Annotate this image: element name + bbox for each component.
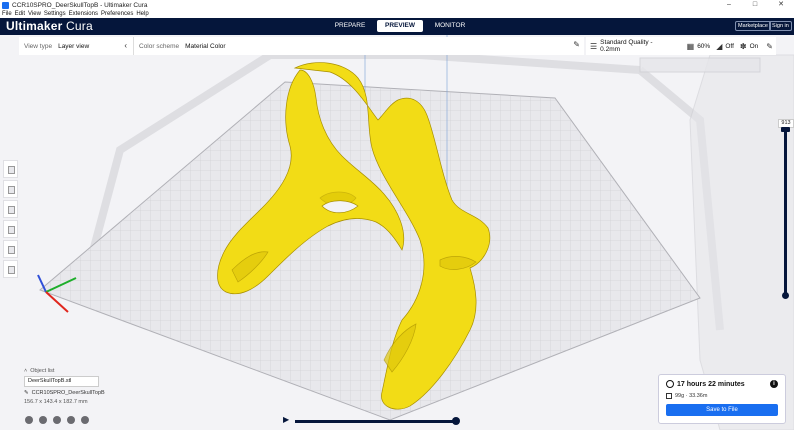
spool-icon (666, 393, 672, 399)
menu-extensions[interactable]: Extensions (69, 10, 98, 18)
marketplace-button[interactable]: Marketplace (735, 21, 771, 31)
minimize-button[interactable]: – (716, 0, 742, 10)
layer-path-slider-track[interactable] (295, 420, 457, 423)
maximize-button[interactable]: □ (742, 0, 768, 10)
layer-slider-lower-handle[interactable] (782, 292, 789, 299)
chevron-up-icon[interactable]: ˄ (24, 368, 27, 374)
print-settings-panel[interactable]: ☰ Standard Quality - 0.2mm ▦ 60% ◢ Off ✽… (586, 37, 776, 55)
job-name[interactable]: CCR10SPRO_DeerSkullTopB (32, 390, 105, 396)
model-dimensions: 156.7 x 143.4 x 182.7 mm (24, 399, 88, 405)
pencil-icon[interactable]: ✎ (24, 390, 29, 396)
menu-bar: File Edit View Settings Extensions Prefe… (0, 10, 794, 18)
clock-icon (666, 380, 674, 388)
support-value[interactable]: Off (725, 43, 734, 50)
color-scheme-label: Color scheme (139, 42, 180, 50)
settings-pencil-icon[interactable]: ✎ (766, 42, 773, 51)
adhesion-icon: ✽ (739, 41, 747, 51)
3d-view-icon[interactable] (25, 416, 33, 424)
tab-monitor[interactable]: MONITOR (427, 20, 473, 32)
menu-view[interactable]: View (28, 10, 41, 18)
pencil-icon[interactable]: ✎ (573, 40, 580, 49)
play-icon[interactable]: ▶ (283, 415, 289, 424)
chevron-left-icon[interactable]: ‹ (124, 41, 127, 50)
logo-product: Cura (66, 19, 93, 33)
infill-icon: ▦ (686, 41, 695, 51)
view-type-value[interactable]: Layer view (58, 43, 89, 50)
tool-column (3, 160, 18, 280)
layer-path-slider-handle[interactable] (452, 417, 460, 425)
quality-icon: ☰ (590, 41, 598, 51)
app-header: Ultimaker Cura PREPARE PREVIEW MONITOR M… (0, 18, 794, 35)
menu-help[interactable]: Help (136, 10, 148, 18)
color-scheme-panel[interactable]: Color scheme Material Color ✎ (134, 37, 584, 55)
support-blocker-button[interactable] (3, 260, 18, 278)
rotate-tool-button[interactable] (3, 200, 18, 218)
menu-preferences[interactable]: Preferences (101, 10, 133, 18)
object-list-item[interactable]: DeerSkullTopB.stl (24, 376, 99, 387)
material-usage: 99g · 33.36m (675, 393, 708, 399)
mirror-tool-button[interactable] (3, 220, 18, 238)
left-view-icon[interactable] (67, 416, 75, 424)
print-time: 17 hours 22 minutes (677, 380, 745, 388)
per-model-settings-button[interactable] (3, 240, 18, 258)
material-usage-row: 99g · 33.36m (666, 393, 707, 399)
cura-app-icon (2, 1, 9, 9)
front-view-icon[interactable] (39, 416, 47, 424)
menu-settings[interactable]: Settings (44, 10, 66, 18)
object-list: ˄ Object list DeerSkullTopB.stl ✎ CCR10S… (24, 368, 154, 405)
quality-profile[interactable]: Standard Quality - 0.2mm (600, 39, 664, 53)
signin-button[interactable]: Sign in (769, 21, 792, 31)
move-tool-button[interactable] (3, 160, 18, 178)
view-type-label: View type (24, 42, 53, 50)
rotate-icon (8, 206, 15, 214)
stage-tabs: PREPARE PREVIEW MONITOR (327, 20, 477, 32)
color-scheme-value[interactable]: Material Color (185, 43, 225, 50)
per-model-settings-icon (8, 246, 15, 254)
scale-icon (8, 186, 15, 194)
mirror-icon (8, 226, 15, 234)
top-view-icon[interactable] (53, 416, 61, 424)
camera-view-buttons (25, 416, 95, 424)
logo-brand: Ultimaker (6, 19, 63, 33)
right-view-icon[interactable] (81, 416, 89, 424)
move-icon (8, 166, 15, 174)
print-info-panel: 17 hours 22 minutes i 99g · 33.36m Save … (658, 374, 786, 424)
job-name-row: ✎ CCR10SPRO_DeerSkullTopB (24, 390, 154, 396)
app-logo: Ultimaker Cura (6, 19, 93, 33)
infill-value[interactable]: 60% (697, 43, 710, 50)
save-to-file-button[interactable]: Save to File (666, 404, 778, 416)
window-title-bar: CCR10SPRO_DeerSkullTopB - Ultimaker Cura… (0, 0, 794, 10)
window-title: CCR10SPRO_DeerSkullTopB - Ultimaker Cura (12, 1, 148, 9)
support-blocker-icon (8, 266, 15, 274)
scale-tool-button[interactable] (3, 180, 18, 198)
object-list-header[interactable]: ˄ Object list (24, 368, 154, 374)
layer-slider-track[interactable] (784, 129, 787, 297)
tab-preview[interactable]: PREVIEW (377, 20, 423, 32)
print-time-row: 17 hours 22 minutes (666, 380, 745, 388)
object-list-title: Object list (30, 368, 55, 374)
tab-prepare[interactable]: PREPARE (327, 20, 373, 32)
menu-edit[interactable]: Edit (15, 10, 25, 18)
support-icon: ◢ (716, 41, 723, 51)
info-icon[interactable]: i (770, 380, 778, 388)
adhesion-value[interactable]: On (750, 43, 759, 50)
layer-slider-upper-handle[interactable] (781, 127, 790, 132)
menu-file[interactable]: File (2, 10, 12, 18)
close-button[interactable]: ✕ (768, 0, 794, 10)
window-controls: – □ ✕ (716, 0, 794, 10)
view-type-panel[interactable]: View type Layer view ‹ (19, 37, 134, 55)
